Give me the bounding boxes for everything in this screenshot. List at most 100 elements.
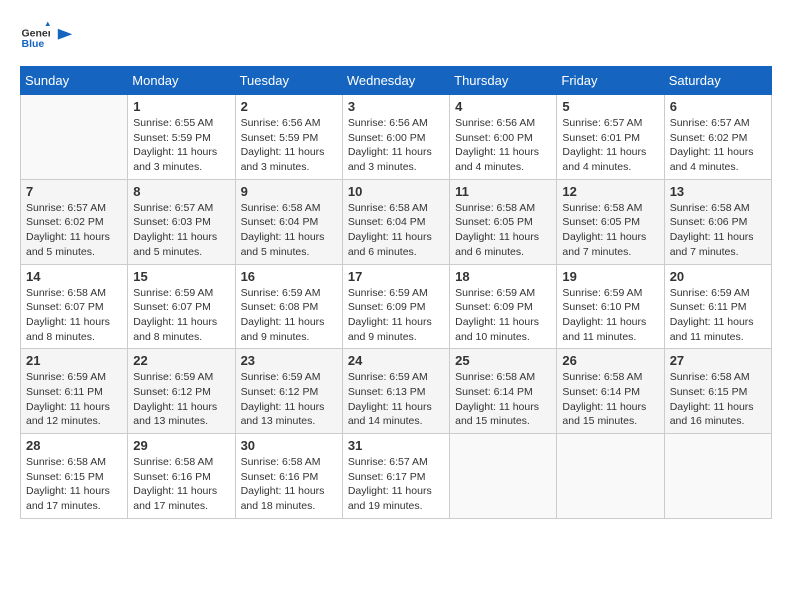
- day-info: Sunrise: 6:56 AM Sunset: 6:00 PM Dayligh…: [455, 116, 551, 175]
- calendar-cell: 27Sunrise: 6:58 AM Sunset: 6:15 PM Dayli…: [664, 349, 771, 434]
- day-info: Sunrise: 6:59 AM Sunset: 6:09 PM Dayligh…: [455, 286, 551, 345]
- day-number: 20: [670, 269, 766, 284]
- day-info: Sunrise: 6:55 AM Sunset: 5:59 PM Dayligh…: [133, 116, 229, 175]
- calendar-cell: 15Sunrise: 6:59 AM Sunset: 6:07 PM Dayli…: [128, 264, 235, 349]
- calendar-cell: 25 Sunrise: 6:58 AM Sunset: 6:14 PM Dayli…: [450, 349, 557, 434]
- day-info: Sunrise: 6:57 AM Sunset: 6:02 PM Dayligh…: [26, 201, 122, 260]
- day-info: Sunrise: 6:59 AM Sunset: 6:13 PM Dayligh…: [348, 370, 444, 429]
- calendar-cell: 20 Sunrise: 6:59 AM Sunset: 6:11 PM Dayli…: [664, 264, 771, 349]
- header: General Blue: [20, 20, 772, 50]
- calendar-cell: 19 Sunrise: 6:59 AM Sunset: 6:10 PM Dayli…: [557, 264, 664, 349]
- day-info: Sunrise: 6:58 AM Sunset: 6:05 PM Dayligh…: [455, 201, 551, 260]
- day-number: 3: [348, 99, 444, 114]
- calendar-cell: 26 Sunrise: 6:58 AM Sunset: 6:14 PM Dayli…: [557, 349, 664, 434]
- day-info: Sunrise: 6:57 AM Sunset: 6:01 PM Dayligh…: [562, 116, 658, 175]
- day-number: 4: [455, 99, 551, 114]
- weekday-header-monday: Monday: [128, 67, 235, 95]
- weekday-header-friday: Friday: [557, 67, 664, 95]
- day-info: Sunrise: 6:56 AM Sunset: 5:59 PM Dayligh…: [241, 116, 337, 175]
- calendar-cell: 28 Sunrise: 6:58 AM Sunset: 6:15 PM Dayli…: [21, 434, 128, 519]
- day-number: 9: [241, 184, 337, 199]
- calendar-cell: 31Sunrise: 6:57 AM Sunset: 6:17 PM Dayli…: [342, 434, 449, 519]
- day-number: 14: [26, 269, 122, 284]
- day-number: 25: [455, 353, 551, 368]
- day-info: Sunrise: 6:58 AM Sunset: 6:15 PM Dayligh…: [670, 370, 766, 429]
- day-number: 29: [133, 438, 229, 453]
- calendar-cell: 3 Sunrise: 6:56 AM Sunset: 6:00 PM Daylig…: [342, 95, 449, 180]
- day-number: 11: [455, 184, 551, 199]
- calendar-cell: 9 Sunrise: 6:58 AM Sunset: 6:04 PM Daylig…: [235, 179, 342, 264]
- day-number: 6: [670, 99, 766, 114]
- day-info: Sunrise: 6:58 AM Sunset: 6:16 PM Dayligh…: [133, 455, 229, 514]
- calendar-cell: 6 Sunrise: 6:57 AM Sunset: 6:02 PM Daylig…: [664, 95, 771, 180]
- weekday-header-saturday: Saturday: [664, 67, 771, 95]
- day-info: Sunrise: 6:57 AM Sunset: 6:17 PM Dayligh…: [348, 455, 444, 514]
- day-info: Sunrise: 6:59 AM Sunset: 6:09 PM Dayligh…: [348, 286, 444, 345]
- calendar-cell: 30Sunrise: 6:58 AM Sunset: 6:16 PM Dayli…: [235, 434, 342, 519]
- calendar-cell: [557, 434, 664, 519]
- day-info: Sunrise: 6:59 AM Sunset: 6:10 PM Dayligh…: [562, 286, 658, 345]
- day-info: Sunrise: 6:58 AM Sunset: 6:04 PM Dayligh…: [241, 201, 337, 260]
- day-number: 5: [562, 99, 658, 114]
- day-info: Sunrise: 6:58 AM Sunset: 6:07 PM Dayligh…: [26, 286, 122, 345]
- day-number: 2: [241, 99, 337, 114]
- calendar-cell: 21 Sunrise: 6:59 AM Sunset: 6:11 PM Dayli…: [21, 349, 128, 434]
- day-number: 1: [133, 99, 229, 114]
- calendar-cell: 14 Sunrise: 6:58 AM Sunset: 6:07 PM Dayli…: [21, 264, 128, 349]
- weekday-header-thursday: Thursday: [450, 67, 557, 95]
- day-number: 17: [348, 269, 444, 284]
- day-info: Sunrise: 6:58 AM Sunset: 6:04 PM Dayligh…: [348, 201, 444, 260]
- day-info: Sunrise: 6:58 AM Sunset: 6:16 PM Dayligh…: [241, 455, 337, 514]
- logo: General Blue: [20, 20, 74, 50]
- day-info: Sunrise: 6:59 AM Sunset: 6:12 PM Dayligh…: [133, 370, 229, 429]
- calendar-cell: 22 Sunrise: 6:59 AM Sunset: 6:12 PM Dayli…: [128, 349, 235, 434]
- day-info: Sunrise: 6:57 AM Sunset: 6:03 PM Dayligh…: [133, 201, 229, 260]
- day-info: Sunrise: 6:58 AM Sunset: 6:05 PM Dayligh…: [562, 201, 658, 260]
- day-info: Sunrise: 6:59 AM Sunset: 6:08 PM Dayligh…: [241, 286, 337, 345]
- day-number: 18: [455, 269, 551, 284]
- day-number: 12: [562, 184, 658, 199]
- day-info: Sunrise: 6:59 AM Sunset: 6:11 PM Dayligh…: [26, 370, 122, 429]
- day-info: Sunrise: 6:58 AM Sunset: 6:14 PM Dayligh…: [455, 370, 551, 429]
- day-info: Sunrise: 6:58 AM Sunset: 6:15 PM Dayligh…: [26, 455, 122, 514]
- calendar-cell: 2 Sunrise: 6:56 AM Sunset: 5:59 PM Daylig…: [235, 95, 342, 180]
- day-info: Sunrise: 6:59 AM Sunset: 6:12 PM Dayligh…: [241, 370, 337, 429]
- calendar-cell: [664, 434, 771, 519]
- weekday-header-row: SundayMondayTuesdayWednesdayThursdayFrid…: [21, 67, 772, 95]
- calendar-cell: 18 Sunrise: 6:59 AM Sunset: 6:09 PM Dayli…: [450, 264, 557, 349]
- day-number: 22: [133, 353, 229, 368]
- calendar-cell: [21, 95, 128, 180]
- logo-flag-icon: [56, 27, 74, 45]
- calendar-cell: 5 Sunrise: 6:57 AM Sunset: 6:01 PM Daylig…: [557, 95, 664, 180]
- week-row-5: 28 Sunrise: 6:58 AM Sunset: 6:15 PM Dayli…: [21, 434, 772, 519]
- calendar-cell: 23Sunrise: 6:59 AM Sunset: 6:12 PM Dayli…: [235, 349, 342, 434]
- calendar-cell: 1 Sunrise: 6:55 AM Sunset: 5:59 PM Daylig…: [128, 95, 235, 180]
- day-info: Sunrise: 6:59 AM Sunset: 6:11 PM Dayligh…: [670, 286, 766, 345]
- calendar-table: SundayMondayTuesdayWednesdayThursdayFrid…: [20, 66, 772, 519]
- weekday-header-tuesday: Tuesday: [235, 67, 342, 95]
- calendar-cell: 29 Sunrise: 6:58 AM Sunset: 6:16 PM Dayli…: [128, 434, 235, 519]
- day-number: 8: [133, 184, 229, 199]
- week-row-1: 1 Sunrise: 6:55 AM Sunset: 5:59 PM Daylig…: [21, 95, 772, 180]
- day-number: 21: [26, 353, 122, 368]
- logo-icon: General Blue: [20, 20, 50, 50]
- day-number: 15: [133, 269, 229, 284]
- day-number: 28: [26, 438, 122, 453]
- day-number: 7: [26, 184, 122, 199]
- weekday-header-wednesday: Wednesday: [342, 67, 449, 95]
- day-info: Sunrise: 6:58 AM Sunset: 6:14 PM Dayligh…: [562, 370, 658, 429]
- week-row-4: 21 Sunrise: 6:59 AM Sunset: 6:11 PM Dayli…: [21, 349, 772, 434]
- day-number: 19: [562, 269, 658, 284]
- day-number: 16: [241, 269, 337, 284]
- calendar-cell: 13Sunrise: 6:58 AM Sunset: 6:06 PM Dayli…: [664, 179, 771, 264]
- week-row-2: 7 Sunrise: 6:57 AM Sunset: 6:02 PM Daylig…: [21, 179, 772, 264]
- weekday-header-sunday: Sunday: [21, 67, 128, 95]
- day-info: Sunrise: 6:57 AM Sunset: 6:02 PM Dayligh…: [670, 116, 766, 175]
- day-info: Sunrise: 6:56 AM Sunset: 6:00 PM Dayligh…: [348, 116, 444, 175]
- calendar-cell: 17 Sunrise: 6:59 AM Sunset: 6:09 PM Dayli…: [342, 264, 449, 349]
- calendar-cell: 10Sunrise: 6:58 AM Sunset: 6:04 PM Dayli…: [342, 179, 449, 264]
- day-number: 26: [562, 353, 658, 368]
- calendar-cell: 8 Sunrise: 6:57 AM Sunset: 6:03 PM Daylig…: [128, 179, 235, 264]
- svg-text:Blue: Blue: [22, 38, 45, 50]
- day-number: 13: [670, 184, 766, 199]
